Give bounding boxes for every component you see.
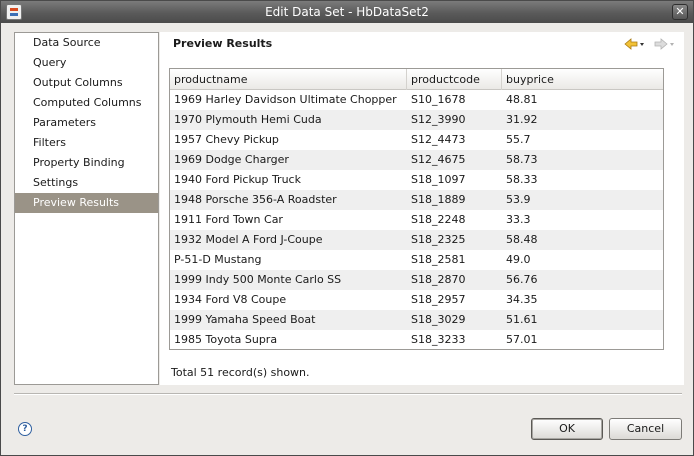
table-row[interactable]: 1969 Dodge Charger S12_4675 58.73 bbox=[170, 150, 663, 170]
nav-item-property-binding[interactable]: Property Binding bbox=[15, 153, 158, 173]
table-cell-buyprice: 49.0 bbox=[506, 253, 531, 266]
table-row[interactable]: 1999 Indy 500 Monte Carlo SS S18_2870 56.7… bbox=[170, 270, 663, 290]
table-cell-buyprice: 56.76 bbox=[506, 273, 538, 286]
table-body: 1969 Harley Davidson Ultimate Chopper S10… bbox=[170, 90, 663, 349]
table-cell-productcode: S18_3029 bbox=[411, 313, 466, 326]
cancel-button[interactable]: Cancel bbox=[609, 418, 682, 440]
table-cell-productcode: S18_2870 bbox=[411, 273, 466, 286]
table-cell-productname: 1999 Yamaha Speed Boat bbox=[174, 313, 316, 326]
data-set-icon bbox=[6, 4, 22, 20]
table-cell-buyprice: 33.3 bbox=[506, 213, 531, 226]
table-cell-buyprice: 51.61 bbox=[506, 313, 538, 326]
table-cell-buyprice: 57.01 bbox=[506, 333, 538, 346]
table-cell-productname: 1969 Harley Davidson Ultimate Chopper bbox=[174, 93, 397, 106]
nav-item-query[interactable]: Query bbox=[15, 53, 158, 73]
table-row[interactable]: 1985 Toyota Supra S18_3233 57.01 bbox=[170, 330, 663, 349]
title-bar: Edit Data Set - HbDataSet2 ✕ bbox=[1, 1, 693, 23]
nav-item-parameters[interactable]: Parameters bbox=[15, 113, 158, 133]
table-cell-productname: 1911 Ford Town Car bbox=[174, 213, 283, 226]
table-cell-productcode: S18_1889 bbox=[411, 193, 466, 206]
table-cell-productname: 1970 Plymouth Hemi Cuda bbox=[174, 113, 322, 126]
arrow-left-icon[interactable] bbox=[623, 36, 645, 52]
record-count: Total 51 record(s) shown. bbox=[171, 366, 310, 379]
nav-item-filters[interactable]: Filters bbox=[15, 133, 158, 153]
table-cell-buyprice: 34.35 bbox=[506, 293, 538, 306]
table-row[interactable]: 1999 Yamaha Speed Boat S18_3029 51.61 bbox=[170, 310, 663, 330]
table-cell-productname: 1957 Chevy Pickup bbox=[174, 133, 279, 146]
nav-item-preview-results[interactable]: Preview Results bbox=[15, 193, 158, 213]
table-cell-productcode: S10_1678 bbox=[411, 93, 466, 106]
table-cell-productname: P-51-D Mustang bbox=[174, 253, 262, 266]
table-cell-productcode: S18_2581 bbox=[411, 253, 466, 266]
table-cell-productcode: S12_3990 bbox=[411, 113, 466, 126]
separator bbox=[14, 393, 682, 395]
table-row[interactable]: 1969 Harley Davidson Ultimate Chopper S10… bbox=[170, 90, 663, 110]
table-cell-productname: 1999 Indy 500 Monte Carlo SS bbox=[174, 273, 342, 286]
table-cell-productcode: S18_1097 bbox=[411, 173, 466, 186]
results-table: productname productcode buyprice 1969 Ha… bbox=[169, 68, 664, 350]
table-cell-productname: 1934 Ford V8 Coupe bbox=[174, 293, 287, 306]
table-cell-productcode: S18_3233 bbox=[411, 333, 466, 346]
window-title: Edit Data Set - HbDataSet2 bbox=[265, 5, 429, 19]
table-cell-buyprice: 31.92 bbox=[506, 113, 538, 126]
ok-button[interactable]: OK bbox=[531, 418, 603, 440]
table-header: productname productcode buyprice bbox=[170, 69, 663, 90]
table-cell-buyprice: 58.48 bbox=[506, 233, 538, 246]
table-cell-buyprice: 48.81 bbox=[506, 93, 538, 106]
table-cell-productcode: S18_2957 bbox=[411, 293, 466, 306]
table-cell-productcode: S18_2248 bbox=[411, 213, 466, 226]
page-title: Preview Results bbox=[173, 37, 273, 50]
table-row[interactable]: 1970 Plymouth Hemi Cuda S12_3990 31.92 bbox=[170, 110, 663, 130]
column-header-productname[interactable]: productname bbox=[170, 69, 407, 90]
table-row[interactable]: 1911 Ford Town Car S18_2248 33.3 bbox=[170, 210, 663, 230]
table-cell-buyprice: 58.33 bbox=[506, 173, 538, 186]
nav-item-settings[interactable]: Settings bbox=[15, 173, 158, 193]
help-icon[interactable]: ? bbox=[18, 422, 32, 436]
close-icon[interactable]: ✕ bbox=[672, 4, 688, 20]
arrow-right-icon[interactable] bbox=[653, 36, 675, 52]
column-header-productcode[interactable]: productcode bbox=[407, 69, 502, 90]
table-row[interactable]: P-51-D Mustang S18_2581 49.0 bbox=[170, 250, 663, 270]
nav-item-data-source[interactable]: Data Source bbox=[15, 33, 158, 53]
table-row[interactable]: 1934 Ford V8 Coupe S18_2957 34.35 bbox=[170, 290, 663, 310]
table-row[interactable]: 1948 Porsche 356-A Roadster S18_1889 53.9 bbox=[170, 190, 663, 210]
navigation-list: Data Source Query Output Columns Computed C… bbox=[14, 32, 159, 385]
table-cell-buyprice: 55.7 bbox=[506, 133, 531, 146]
table-row[interactable]: 1932 Model A Ford J-Coupe S18_2325 58.48 bbox=[170, 230, 663, 250]
table-cell-productcode: S18_2325 bbox=[411, 233, 466, 246]
table-cell-productname: 1985 Toyota Supra bbox=[174, 333, 278, 346]
table-cell-productname: 1932 Model A Ford J-Coupe bbox=[174, 233, 323, 246]
nav-item-output-columns[interactable]: Output Columns bbox=[15, 73, 158, 93]
nav-item-computed-columns[interactable]: Computed Columns bbox=[15, 93, 158, 113]
table-cell-productcode: S12_4473 bbox=[411, 133, 466, 146]
column-header-buyprice[interactable]: buyprice bbox=[502, 69, 663, 90]
table-cell-productname: 1948 Porsche 356-A Roadster bbox=[174, 193, 337, 206]
edit-data-set-dialog: Edit Data Set - HbDataSet2 ✕ Data Source… bbox=[0, 0, 694, 456]
table-cell-productname: 1969 Dodge Charger bbox=[174, 153, 289, 166]
table-cell-buyprice: 58.73 bbox=[506, 153, 538, 166]
table-row[interactable]: 1957 Chevy Pickup S12_4473 55.7 bbox=[170, 130, 663, 150]
table-cell-productcode: S12_4675 bbox=[411, 153, 466, 166]
table-row[interactable]: 1940 Ford Pickup Truck S18_1097 58.33 bbox=[170, 170, 663, 190]
table-cell-productname: 1940 Ford Pickup Truck bbox=[174, 173, 301, 186]
preview-results-page: Preview Results productname productcode … bbox=[160, 32, 684, 385]
table-cell-buyprice: 53.9 bbox=[506, 193, 531, 206]
